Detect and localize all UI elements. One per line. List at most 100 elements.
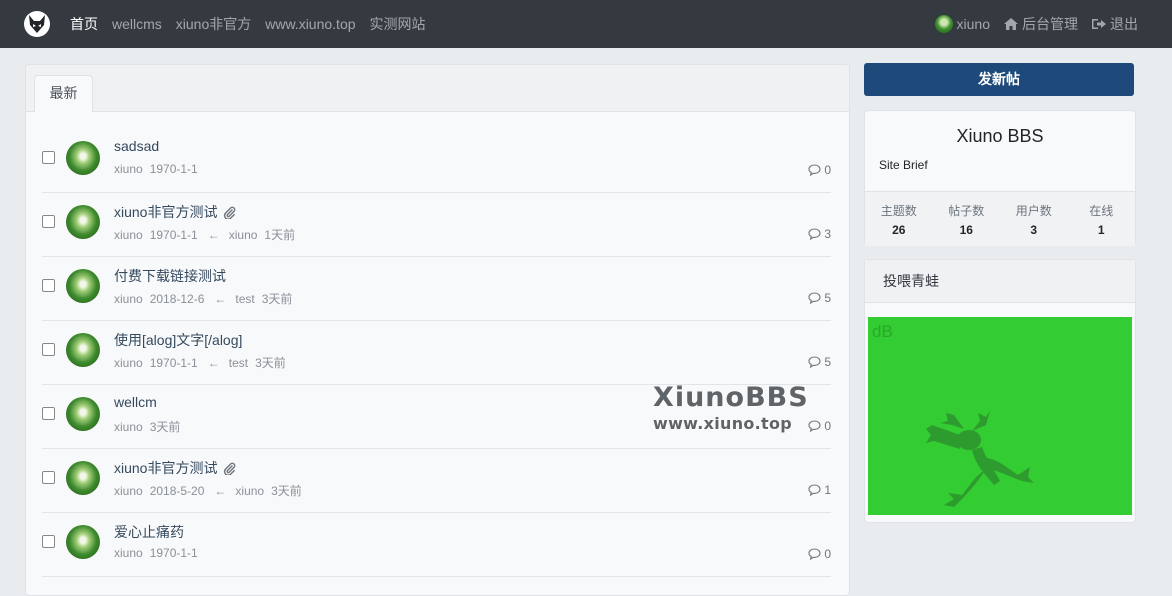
thread-author[interactable]: xiuno (114, 484, 143, 498)
thread-author[interactable]: xiuno (114, 228, 143, 242)
user-avatar (934, 15, 953, 33)
thread-row[interactable]: sadsad xiuno 1970-1-1 0 (42, 129, 831, 193)
admin-link[interactable]: 后台管理 (1004, 14, 1078, 34)
thread-subject-text[interactable]: 爱心止痛药 (114, 522, 184, 542)
stat-threads: 主题数 26 (865, 192, 933, 246)
logout-label: 退出 (1110, 16, 1138, 32)
reply-count-value: 5 (824, 355, 831, 369)
thread-subject-text[interactable]: xiuno非官方测试 (114, 458, 217, 478)
nav-home[interactable]: 首页 (70, 14, 98, 34)
stat-label: 在线 (1089, 204, 1114, 218)
thread-meta: xiuno 2018-12-6 ← test 3天前 (114, 290, 299, 307)
frog-icon: dB (872, 322, 1034, 507)
thread-author[interactable]: xiuno (114, 420, 143, 434)
comment-icon (808, 228, 821, 240)
thread-row[interactable]: 爱心止痛药 xiuno 1970-1-1 0 (42, 513, 831, 577)
thread-subject[interactable]: 使用[alog]文字[/alog] (114, 330, 242, 350)
site-logo[interactable] (24, 11, 50, 37)
thread-subject[interactable]: 付费下载链接测试 (114, 266, 226, 286)
thread-tabs: 最新 (26, 65, 849, 112)
last-reply-time: 3天前 (261, 292, 293, 306)
thread-checkbox[interactable] (42, 151, 55, 164)
author-avatar[interactable] (66, 525, 100, 559)
author-avatar[interactable] (66, 141, 100, 175)
last-reply-user[interactable]: test (235, 292, 254, 306)
thread-date: 1970-1-1 (149, 546, 198, 560)
stat-value: 3 (1030, 223, 1038, 237)
thread-subject[interactable]: xiuno非官方测试 (114, 202, 236, 222)
last-reply-user[interactable]: xiuno (229, 228, 258, 242)
nav-xiuno-unofficial[interactable]: xiuno非官方 (176, 14, 251, 34)
author-avatar[interactable] (66, 397, 100, 431)
site-info-card: Xiuno BBS Site Brief 主题数 26 帖子数 16 用户数 3… (864, 110, 1136, 246)
thread-meta: xiuno 1970-1-1 ← test 3天前 (114, 354, 293, 371)
comment-icon (808, 484, 821, 496)
thread-row[interactable]: 付费下载链接测试 xiuno 2018-12-6 ← test 3天前 5 (42, 257, 831, 321)
donate-title: 投喂青蛙 (865, 260, 1135, 303)
reply-count-value: 5 (824, 291, 831, 305)
nav-test-site[interactable]: 实测网站 (370, 14, 426, 34)
last-reply-user[interactable]: test (229, 356, 248, 370)
thread-subject-text[interactable]: wellcm (114, 394, 157, 410)
reply-count: 1 (808, 483, 831, 497)
thread-subject[interactable]: sadsad (114, 138, 159, 154)
ad-watermark-text: dB (872, 322, 893, 341)
comment-icon (808, 548, 821, 560)
author-avatar[interactable] (66, 269, 100, 303)
last-reply-user[interactable]: xiuno (235, 484, 264, 498)
reply-arrow-icon: ← (207, 228, 220, 242)
thread-subject[interactable]: wellcm (114, 394, 157, 410)
thread-checkbox[interactable] (42, 471, 55, 484)
main-nav: 首页 wellcms xiuno非官方 www.xiuno.top 实测网站 (70, 0, 440, 48)
thread-checkbox[interactable] (42, 279, 55, 292)
site-name: Xiuno BBS (956, 126, 1044, 146)
thread-subject-text[interactable]: sadsad (114, 138, 159, 154)
reply-count: 3 (808, 227, 831, 241)
thread-row[interactable]: xiuno非官方测试 xiuno 1970-1-1 ← xiuno 1天前 3 (42, 193, 831, 257)
thread-subject-text[interactable]: 使用[alog]文字[/alog] (114, 330, 242, 350)
nav-wellcms[interactable]: wellcms (112, 16, 162, 32)
user-menu[interactable]: xiuno (934, 15, 990, 33)
watermark-url: www.xiuno.top (653, 414, 793, 433)
stat-users: 用户数 3 (1000, 192, 1068, 246)
donate-card: 投喂青蛙 dB (864, 259, 1136, 523)
nav-xiuno-top[interactable]: www.xiuno.top (265, 16, 355, 32)
thread-checkbox[interactable] (42, 407, 55, 420)
reply-count: 0 (808, 163, 831, 177)
tab-latest[interactable]: 最新 (34, 75, 93, 112)
thread-subject[interactable]: 爱心止痛药 (114, 522, 184, 542)
thread-author[interactable]: xiuno (114, 162, 143, 176)
thread-subject-text[interactable]: 付费下载链接测试 (114, 266, 226, 286)
thread-checkbox[interactable] (42, 535, 55, 548)
thread-author[interactable]: xiuno (114, 546, 143, 560)
thread-subject-text[interactable]: xiuno非官方测试 (114, 202, 217, 222)
thread-row[interactable]: 使用[alog]文字[/alog] xiuno 1970-1-1 ← test 3天前 5 (42, 321, 831, 385)
reply-count-value: 0 (824, 163, 831, 177)
sign-out-icon (1092, 18, 1106, 30)
thread-author[interactable]: xiuno (114, 356, 143, 370)
author-avatar[interactable] (66, 461, 100, 495)
user-nav: xiuno 后台管理 退出 (921, 0, 1138, 48)
thread-date: 2018-12-6 (149, 292, 205, 306)
author-avatar[interactable] (66, 205, 100, 239)
watermark-title: XiunoBBS (653, 382, 809, 413)
paperclip-icon (223, 206, 236, 219)
thread-date: 1970-1-1 (149, 228, 198, 242)
thread-row[interactable]: xiuno非官方测试 xiuno 2018-5-20 ← xiuno 3天前 1 (42, 449, 831, 513)
thread-author[interactable]: xiuno (114, 292, 143, 306)
thread-subject[interactable]: xiuno非官方测试 (114, 458, 236, 478)
thread-date: 2018-5-20 (149, 484, 205, 498)
reply-arrow-icon: ← (207, 356, 220, 370)
logout-link[interactable]: 退出 (1092, 14, 1138, 34)
reply-count-value: 1 (824, 483, 831, 497)
author-avatar[interactable] (66, 333, 100, 367)
thread-checkbox[interactable] (42, 343, 55, 356)
thread-checkbox[interactable] (42, 215, 55, 228)
reply-count-value: 0 (824, 419, 831, 433)
reply-count: 0 (808, 547, 831, 561)
new-thread-button[interactable]: 发新帖 (864, 63, 1134, 96)
frog-ad-image[interactable]: dB (868, 317, 1132, 515)
thread-meta: xiuno 1970-1-1 ← xiuno 1天前 (114, 226, 302, 243)
home-icon (1004, 18, 1018, 30)
reply-arrow-icon: ← (214, 292, 227, 306)
